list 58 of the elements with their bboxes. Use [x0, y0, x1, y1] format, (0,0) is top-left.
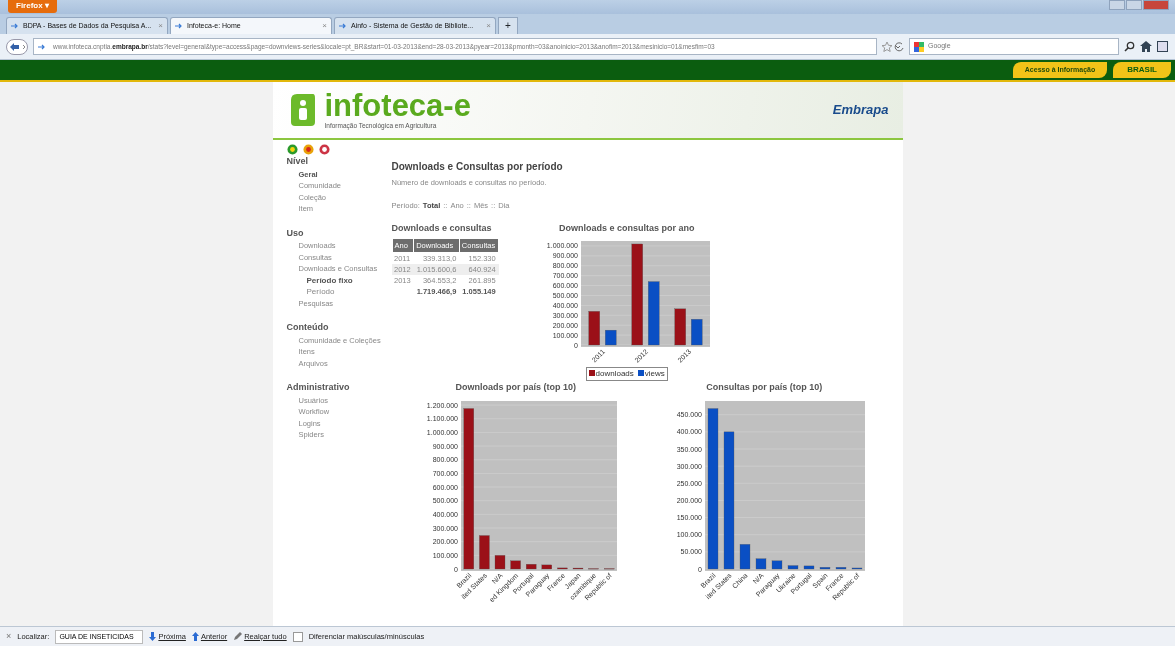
- bar: [674, 308, 687, 346]
- page-heading: Downloads e Consultas por período: [391, 160, 564, 174]
- bar: [836, 566, 847, 569]
- chart-title: Downloads e consultas por ano: [558, 221, 695, 235]
- pen-icon: [233, 632, 243, 641]
- sidebar-heading: Administrativo: [286, 381, 351, 394]
- bar: [740, 543, 751, 569]
- bar: [788, 564, 799, 569]
- bar: [525, 563, 537, 569]
- partner-logo: Embrapa: [832, 101, 889, 120]
- bar: [772, 560, 783, 569]
- tab-close-button[interactable]: ×: [322, 20, 327, 32]
- down-arrow-icon: [149, 632, 157, 641]
- checkbox[interactable]: [292, 631, 303, 642]
- legend-swatch: [588, 370, 595, 376]
- arrow-icon: [339, 23, 348, 29]
- chart-title: Consultas por país (top 10): [706, 381, 823, 394]
- legend-label: views: [644, 369, 665, 378]
- bar: [756, 558, 767, 569]
- arrow-icon: [38, 43, 47, 50]
- arrow-icon: [11, 23, 20, 29]
- table-title: Downloads e consultas: [391, 221, 493, 235]
- back-button[interactable]: [6, 38, 28, 55]
- bar: [541, 564, 552, 569]
- bar: [605, 330, 617, 346]
- tab-close-button[interactable]: ×: [158, 20, 163, 32]
- flag-icon[interactable]: [286, 144, 298, 155]
- sidebar-heading: Uso: [286, 226, 305, 240]
- brand-logo: BRASIL: [1113, 62, 1171, 78]
- sidebar-item[interactable]: Período: [286, 286, 392, 298]
- bar: [588, 311, 601, 346]
- legend-swatch: [637, 370, 644, 376]
- bar: [691, 319, 703, 346]
- bar: [510, 560, 521, 569]
- app-menu-button[interactable]: Firefox ▾: [8, 0, 57, 13]
- sidebar-item[interactable]: Período fixo: [286, 274, 392, 286]
- flag-icon[interactable]: [318, 144, 330, 155]
- bookmarks-icon[interactable]: [1157, 41, 1169, 52]
- search-engine-icon: [914, 41, 924, 52]
- home-icon[interactable]: [1140, 41, 1152, 52]
- chart-title: Downloads por país (top 10): [455, 381, 576, 394]
- new-tab-button[interactable]: +: [498, 17, 518, 34]
- logo-text: infoteca-e: [324, 89, 471, 121]
- bar: [479, 534, 490, 569]
- arrow-icon: [175, 23, 184, 29]
- star-icon[interactable]: [882, 41, 904, 52]
- tab-close-button[interactable]: ×: [486, 20, 491, 32]
- flag-icon[interactable]: [302, 144, 314, 155]
- bar: [494, 554, 505, 569]
- sidebar-heading: Conteúdo: [286, 321, 330, 334]
- sidebar-heading: Nível: [286, 155, 309, 168]
- close-find-button[interactable]: ×: [6, 629, 12, 644]
- bar: [820, 566, 831, 569]
- search-icon[interactable]: [1124, 41, 1135, 52]
- bar: [648, 281, 660, 346]
- legend-label: downloads: [595, 369, 634, 378]
- up-arrow-icon: [191, 632, 199, 641]
- bar: [804, 565, 815, 569]
